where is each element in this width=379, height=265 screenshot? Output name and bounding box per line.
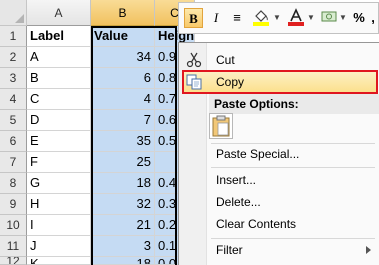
bold-button[interactable]: B bbox=[184, 8, 203, 28]
cell-value[interactable]: 7 bbox=[91, 110, 155, 131]
paste-options-heading: Paste Options: bbox=[209, 94, 379, 114]
clipboard-icon bbox=[212, 115, 230, 137]
cell-label[interactable]: D bbox=[27, 110, 91, 131]
row-header[interactable]: 4 bbox=[0, 89, 27, 110]
font-color-button[interactable] bbox=[286, 8, 306, 28]
menu-label: Copy bbox=[216, 75, 245, 89]
percent-button[interactable]: % bbox=[351, 8, 367, 28]
menu-item-paste-special[interactable]: Paste Special... bbox=[181, 143, 379, 165]
menu-label: Delete... bbox=[216, 195, 261, 209]
select-all-corner[interactable] bbox=[0, 0, 27, 26]
submenu-arrow-icon bbox=[366, 246, 371, 254]
cell-label[interactable]: F bbox=[27, 152, 91, 173]
row-header[interactable]: 12 bbox=[0, 257, 27, 265]
cell-value[interactable]: 18 bbox=[91, 257, 155, 265]
menu-item-copy[interactable]: Copy bbox=[182, 70, 378, 94]
row-header[interactable]: 10 bbox=[0, 215, 27, 236]
cell-label[interactable]: H bbox=[27, 194, 91, 215]
cell-value[interactable]: 25 bbox=[91, 152, 155, 173]
font-color-icon bbox=[288, 8, 304, 26]
cell-value[interactable]: 4 bbox=[91, 89, 155, 110]
font-color-dropdown[interactable]: ▼ bbox=[307, 8, 315, 28]
menu-item-clear-contents[interactable]: Clear Contents bbox=[181, 213, 379, 235]
menu-label: Filter bbox=[216, 243, 243, 257]
scissors-icon bbox=[186, 52, 202, 68]
cell-label[interactable]: A bbox=[27, 47, 91, 68]
cell-label[interactable]: B bbox=[27, 68, 91, 89]
row-header[interactable]: 1 bbox=[0, 26, 27, 47]
menu-label: Paste Special... bbox=[216, 147, 300, 161]
currency-button[interactable] bbox=[320, 8, 338, 28]
fill-color-button[interactable] bbox=[250, 8, 272, 28]
cell-value[interactable]: 3 bbox=[91, 236, 155, 257]
fill-color-dropdown[interactable]: ▼ bbox=[273, 8, 281, 28]
row-header[interactable]: 9 bbox=[0, 194, 27, 215]
mini-toolbar: B I ≡ ▼ ▼ ▼ % , bbox=[178, 2, 379, 34]
menu-item-filter[interactable]: Filter bbox=[181, 239, 379, 261]
paste-button[interactable] bbox=[209, 113, 233, 139]
currency-dropdown[interactable]: ▼ bbox=[339, 8, 347, 28]
cell-value[interactable]: 21 bbox=[91, 215, 155, 236]
context-menu: Cut Copy Paste Options: Paste Special...… bbox=[178, 42, 379, 265]
menu-item-cut[interactable]: Cut bbox=[181, 49, 379, 71]
cell-label[interactable]: J bbox=[27, 236, 91, 257]
cell-value[interactable]: 32 bbox=[91, 194, 155, 215]
menu-label: Clear Contents bbox=[216, 217, 297, 231]
menu-item-insert[interactable]: Insert... bbox=[181, 169, 379, 191]
currency-icon bbox=[321, 11, 337, 22]
cell-label[interactable]: I bbox=[27, 215, 91, 236]
menu-label: Insert... bbox=[216, 173, 257, 187]
cell-value[interactable]: 6 bbox=[91, 68, 155, 89]
italic-button[interactable]: I bbox=[208, 8, 224, 28]
row-header[interactable]: 5 bbox=[0, 110, 27, 131]
cell-value[interactable]: 34 bbox=[91, 47, 155, 68]
column-header-a[interactable]: A bbox=[27, 0, 91, 26]
row-header[interactable]: 2 bbox=[0, 47, 27, 68]
cell-value[interactable]: 35 bbox=[91, 131, 155, 152]
menu-separator bbox=[211, 167, 375, 168]
row-header[interactable]: 3 bbox=[0, 68, 27, 89]
paint-bucket-icon bbox=[253, 10, 269, 26]
copy-icon bbox=[186, 74, 202, 90]
cell-label[interactable]: K bbox=[27, 257, 91, 265]
menu-label: Cut bbox=[216, 53, 235, 67]
cell-label[interactable]: Label bbox=[27, 26, 91, 47]
column-header-b[interactable]: B bbox=[91, 0, 155, 26]
row-header[interactable]: 6 bbox=[0, 131, 27, 152]
cell-value[interactable]: 18 bbox=[91, 173, 155, 194]
menu-item-delete[interactable]: Delete... bbox=[181, 191, 379, 213]
align-center-button[interactable]: ≡ bbox=[228, 8, 246, 28]
row-header[interactable]: 8 bbox=[0, 173, 27, 194]
cell-label[interactable]: E bbox=[27, 131, 91, 152]
row-header[interactable]: 11 bbox=[0, 236, 27, 257]
cell-value[interactable]: Value bbox=[91, 26, 155, 47]
cell-label[interactable]: G bbox=[27, 173, 91, 194]
comma-button[interactable]: , bbox=[368, 8, 378, 28]
row-header[interactable]: 7 bbox=[0, 152, 27, 173]
cell-label[interactable]: C bbox=[27, 89, 91, 110]
